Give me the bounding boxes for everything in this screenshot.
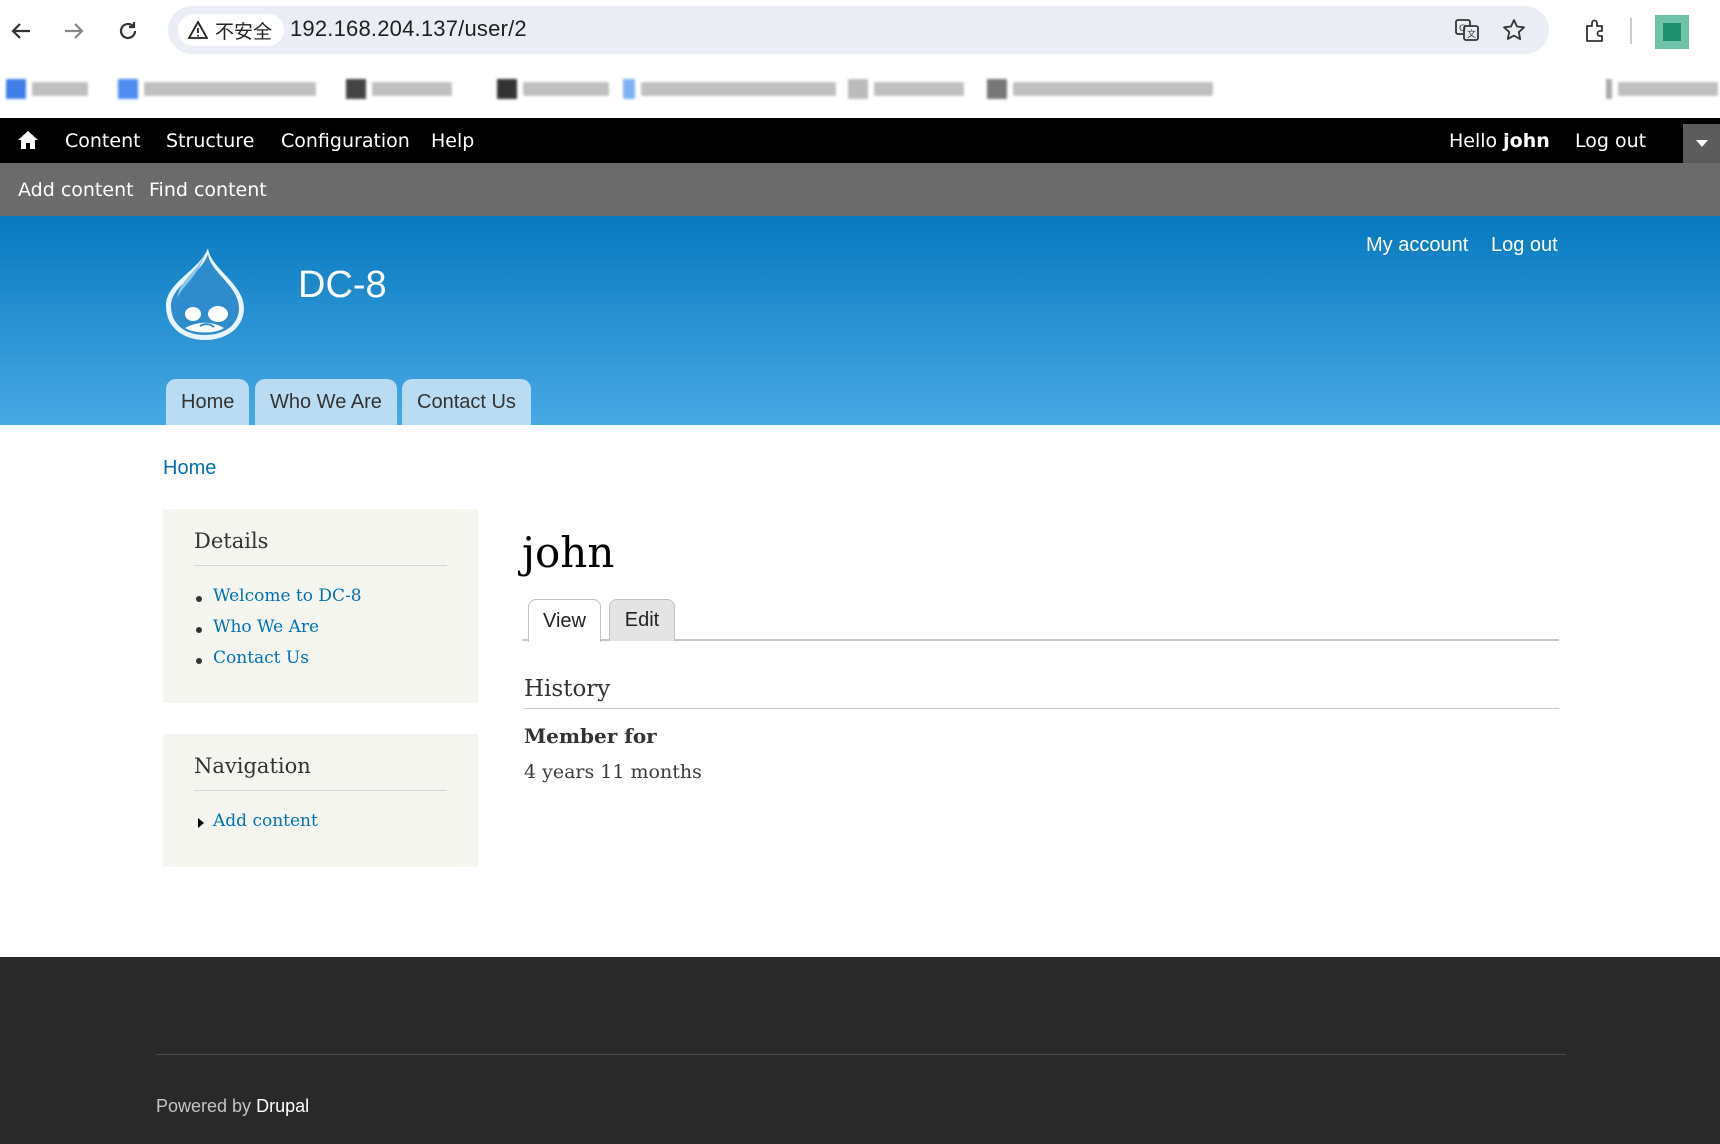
security-label: 不安全 (215, 21, 273, 43)
member-for-label: Member for (524, 724, 657, 748)
reload-icon[interactable] (110, 13, 146, 49)
site-footer: Powered by Drupal (0, 957, 1720, 1144)
translate-icon[interactable]: G文 (1451, 14, 1483, 46)
details-block-title: Details (194, 529, 447, 566)
navigation-links: Add content (194, 811, 447, 842)
main-menu-contact-us[interactable]: Contact Us (402, 379, 531, 425)
forward-icon[interactable] (56, 13, 92, 49)
extensions-icon[interactable] (1578, 13, 1614, 49)
toolbar-structure[interactable]: Structure (166, 118, 254, 163)
navigation-link-add-content[interactable]: Add content (194, 811, 447, 842)
tray-find-content[interactable]: Find content (149, 163, 267, 216)
details-link-label[interactable]: Contact Us (213, 648, 309, 668)
bookmarks-bar (0, 68, 1720, 108)
tab-view[interactable]: View (528, 599, 601, 642)
tab-edit[interactable]: Edit (609, 599, 675, 641)
navigation-link-label[interactable]: Add content (213, 811, 318, 831)
powered-by: Powered by Drupal (156, 1096, 309, 1117)
warning-icon (188, 21, 208, 39)
breadcrumb-home[interactable]: Home (163, 457, 216, 480)
bookmark-item[interactable] (848, 78, 964, 100)
history-divider (524, 708, 1559, 709)
bookmark-item[interactable] (1606, 78, 1718, 100)
svg-text:G: G (1459, 24, 1466, 34)
details-link-who-we-are[interactable]: Who We Are (194, 617, 447, 648)
toolbar-orientation-toggle[interactable] (1683, 124, 1720, 163)
bullet-icon (196, 627, 202, 633)
page-title: john (522, 528, 615, 577)
history-heading: History (524, 676, 611, 702)
svg-text:文: 文 (1467, 28, 1476, 40)
toolbar-logout[interactable]: Log out (1575, 118, 1646, 163)
toolbar-hello-user[interactable]: Hello john (1449, 118, 1550, 163)
details-block: Details Welcome to DC-8 Who We Are Conta… (163, 509, 478, 703)
site-name[interactable]: DC-8 (298, 264, 387, 307)
secondary-my-account[interactable]: My account (1366, 234, 1468, 257)
tabs-baseline (522, 639, 1559, 641)
footer-divider (156, 1054, 1566, 1055)
drupal-link[interactable]: Drupal (256, 1096, 309, 1116)
bookmark-item[interactable] (118, 78, 316, 100)
hello-label: Hello (1449, 129, 1498, 152)
bullet-icon (196, 658, 202, 664)
toolbar-divider (1630, 18, 1632, 44)
navigation-block: Navigation Add content (163, 734, 478, 867)
bookmark-star-icon[interactable] (1498, 14, 1530, 46)
address-bar[interactable]: 不安全 192.168.204.137/user/2 G文 (168, 6, 1549, 54)
profile-avatar-icon[interactable] (1655, 15, 1689, 49)
drupal-logo[interactable] (160, 244, 250, 344)
browser-chrome: 不安全 192.168.204.137/user/2 G文 (0, 0, 1720, 118)
toolbar-content[interactable]: Content (65, 118, 141, 163)
toolbar-username: john (1503, 129, 1550, 152)
bookmark-item[interactable] (623, 78, 836, 100)
main-menu-who-we-are[interactable]: Who We Are (255, 379, 397, 425)
back-icon[interactable] (3, 13, 39, 49)
collapsed-triangle-icon[interactable] (198, 818, 204, 828)
site-header: DC-8 My account Log out Home Who We Are … (0, 216, 1720, 425)
admin-toolbar: Content Structure Configuration Help Hel… (0, 118, 1720, 163)
bookmark-item[interactable] (497, 78, 609, 100)
browser-window: { "browser": { "security_label": "不安全", … (0, 0, 1720, 1144)
details-link-welcome[interactable]: Welcome to DC-8 (194, 586, 447, 617)
details-links: Welcome to DC-8 Who We Are Contact Us (194, 586, 447, 679)
bookmark-item[interactable] (346, 78, 452, 100)
tray-add-content[interactable]: Add content (18, 163, 134, 216)
bookmark-item[interactable] (6, 78, 88, 100)
security-chip[interactable]: 不安全 (178, 14, 285, 46)
main-menu-home[interactable]: Home (166, 379, 250, 425)
details-link-label[interactable]: Who We Are (213, 617, 319, 637)
details-link-label[interactable]: Welcome to DC-8 (213, 586, 362, 606)
bullet-icon (196, 596, 202, 602)
caret-down-icon (1695, 140, 1708, 147)
member-for-value: 4 years 11 months (524, 761, 702, 783)
details-link-contact-us[interactable]: Contact Us (194, 648, 447, 679)
home-icon[interactable] (16, 128, 40, 152)
bookmark-item[interactable] (987, 78, 1213, 100)
toolbar-help[interactable]: Help (431, 118, 474, 163)
url-text[interactable]: 192.168.204.137/user/2 (290, 16, 527, 42)
toolbar-configuration[interactable]: Configuration (281, 118, 410, 163)
navigation-block-title: Navigation (194, 754, 447, 791)
powered-by-label: Powered by (156, 1096, 252, 1116)
secondary-log-out[interactable]: Log out (1491, 234, 1558, 257)
admin-tray: Add content Find content (0, 163, 1720, 216)
